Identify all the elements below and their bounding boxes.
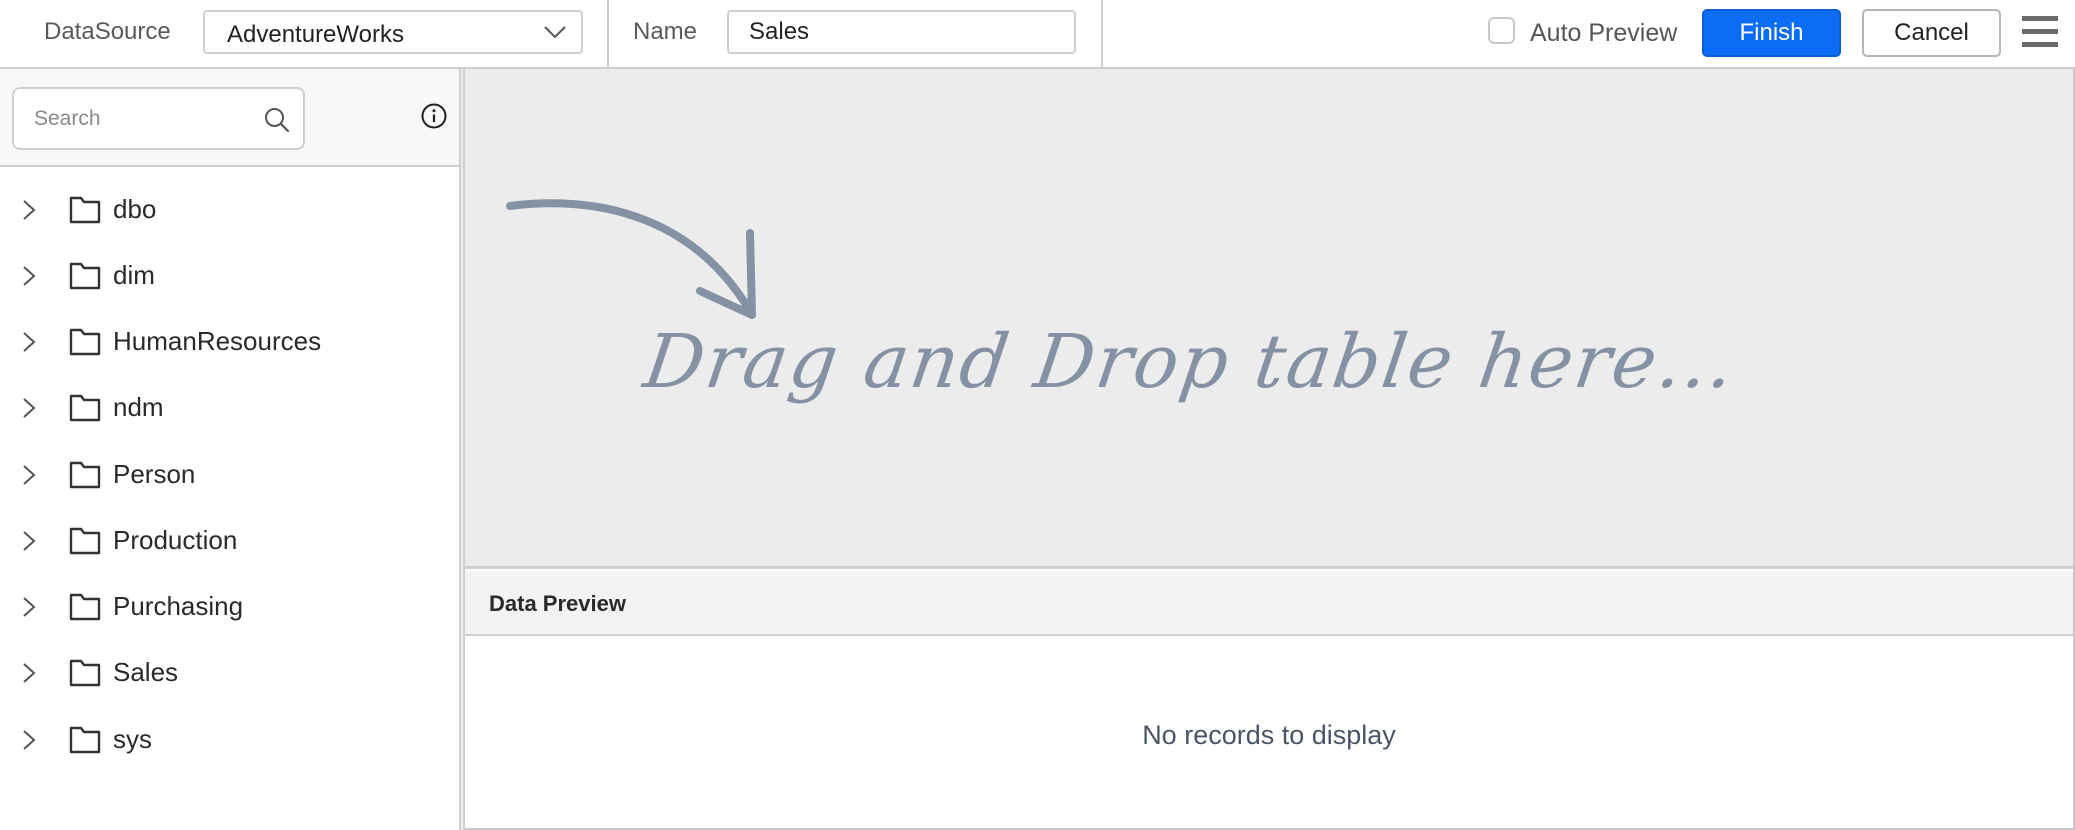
tree-item[interactable]: dim [0,245,459,305]
data-preview-header: Data Preview [465,572,2073,636]
name-label: Name [633,18,698,45]
search-icon[interactable] [263,106,291,134]
tree-item[interactable]: Purchasing [0,576,459,636]
auto-preview-label[interactable]: Auto Preview [1530,19,1677,48]
datasource-label: DataSource [44,18,171,45]
folder-icon [69,394,101,422]
cancel-button[interactable]: Cancel [1862,9,2001,57]
drop-hint-text: Drag and Drop table here... [638,319,1741,405]
folder-icon [69,196,101,224]
tree-item[interactable]: Person [0,444,459,504]
drop-zone[interactable]: Drag and Drop table here... [465,69,2073,569]
chevron-right-icon[interactable] [21,464,37,486]
finish-button[interactable]: Finish [1702,9,1841,57]
datasource-dropdown[interactable]: AdventureWorks [203,10,583,54]
curved-arrow-icon [506,199,756,319]
folder-icon [69,461,101,489]
tree-item-label: Person [113,459,196,489]
tree-item[interactable]: ndm [0,377,459,437]
folder-icon [69,659,101,687]
empty-records-message: No records to display [1142,720,1396,750]
tree-item[interactable]: Production [0,510,459,570]
chevron-right-icon[interactable] [21,662,37,684]
datasource-selected-value: AdventureWorks [227,21,404,48]
tree-item[interactable]: dbo [0,179,459,239]
chevron-right-icon[interactable] [21,530,37,552]
tree-item[interactable]: Sales [0,642,459,702]
chevron-right-icon[interactable] [21,729,37,751]
tree-item-label: Sales [113,657,179,687]
tree-item-label: HumanResources [113,326,322,356]
folder-icon [69,726,101,754]
data-preview-title: Data Preview [489,591,626,616]
info-icon[interactable] [420,102,448,130]
name-input[interactable] [727,10,1076,54]
toolbar: DataSource AdventureWorks Name Auto Prev… [0,0,2075,69]
chevron-right-icon[interactable] [21,331,37,353]
tree-item-label: sys [113,724,152,754]
tree-item-label: Production [113,525,238,555]
search-area [0,69,459,167]
chevron-right-icon[interactable] [21,596,37,618]
toolbar-divider [1101,0,1103,69]
tree-item-label: dim [113,260,155,290]
folder-icon [69,262,101,290]
tree-item[interactable]: HumanResources [0,311,459,371]
folder-icon [69,328,101,356]
chevron-right-icon[interactable] [21,199,37,221]
auto-preview-checkbox[interactable] [1488,17,1515,44]
data-preview-grid: No records to display [465,636,2073,828]
tree-item-label: ndm [113,392,164,422]
folder-icon [69,527,101,555]
chevron-right-icon[interactable] [21,265,37,287]
menu-icon[interactable] [2020,14,2058,48]
toolbar-divider [607,0,609,69]
tree-item-label: Purchasing [113,591,244,621]
tree-item-label: dbo [113,194,157,224]
chevron-down-icon [544,26,566,39]
chevron-right-icon[interactable] [21,397,37,419]
schema-panel: dbo dim HumanResources ndm Person Produc… [0,69,461,830]
tree-item[interactable]: sys [0,709,459,769]
search-box [12,87,305,150]
search-input[interactable] [34,103,254,135]
folder-icon [69,593,101,621]
